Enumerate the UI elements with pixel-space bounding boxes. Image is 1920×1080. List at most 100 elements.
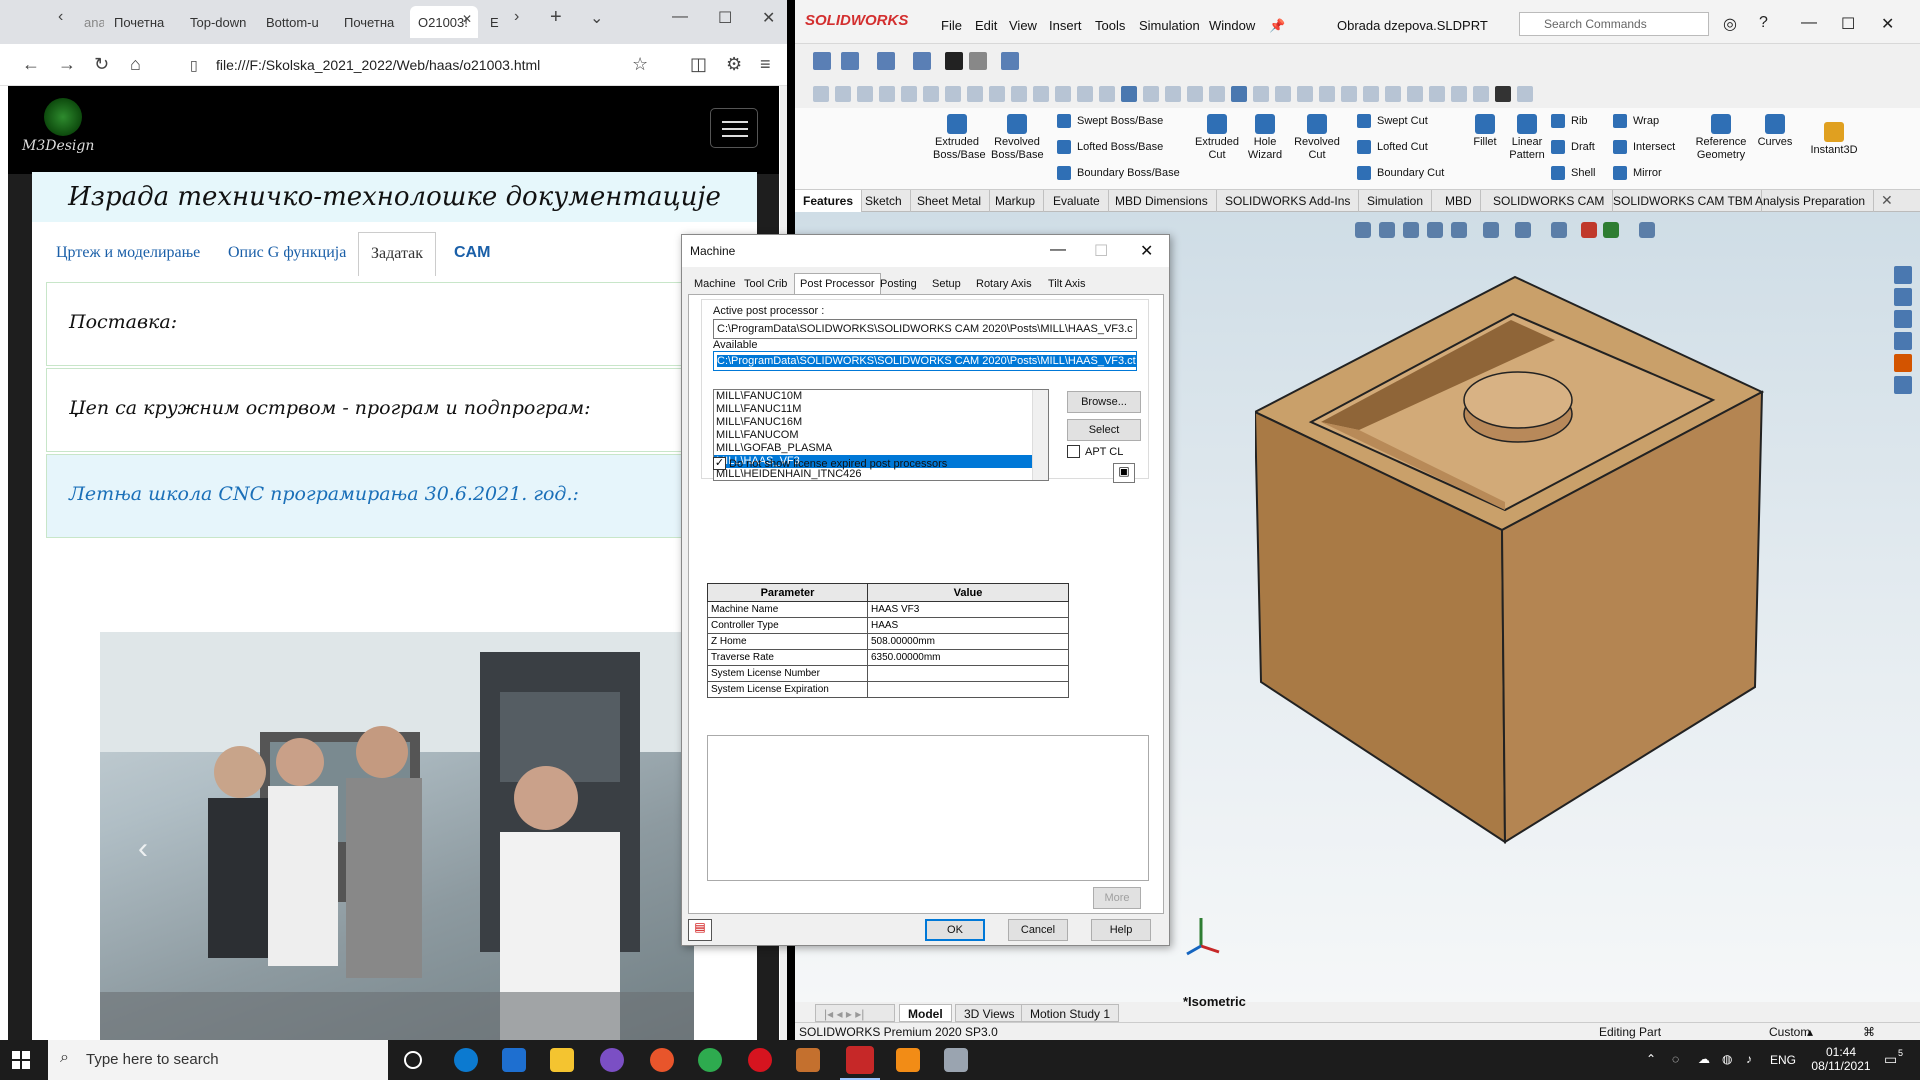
list-item[interactable]: MILL\FANUC11M [714, 403, 1048, 416]
menu-edit[interactable]: Edit [975, 18, 997, 33]
tab-post-processor[interactable]: Post Processor [794, 273, 881, 295]
hamburger-menu-button[interactable] [710, 108, 758, 148]
reference-geometry-button[interactable]: Reference Geometry [1693, 114, 1749, 162]
tab-3d-views[interactable]: 3D Views [955, 1004, 1024, 1022]
menu-file[interactable]: File [941, 18, 962, 33]
post-description-box[interactable] [707, 735, 1149, 881]
extruded-boss-button[interactable]: Extruded Boss/Base [933, 114, 986, 162]
reload-icon[interactable]: ↻ [94, 54, 109, 75]
units-dropdown-icon[interactable]: ▴ [1807, 1025, 1813, 1039]
maximize-icon[interactable]: ☐ [1094, 241, 1108, 261]
toolbar-icon[interactable] [1143, 86, 1159, 102]
minimize-icon[interactable]: — [1050, 241, 1066, 259]
menu-view[interactable]: View [1009, 18, 1037, 33]
toolbar-icon[interactable] [1099, 86, 1115, 102]
maximize-icon[interactable]: ☐ [718, 8, 732, 28]
active-post-field[interactable]: C:\ProgramData\SOLIDWORKS\SOLIDWORKS CAM… [713, 319, 1137, 339]
select-button[interactable]: Select [1067, 419, 1141, 441]
menu-simulation[interactable]: Simulation [1139, 18, 1200, 33]
tab-scroll-left-icon[interactable]: ‹ [58, 8, 63, 26]
close-icon[interactable]: ✕ [1140, 241, 1153, 261]
toolbar-icon[interactable] [813, 86, 829, 102]
accordion-setup[interactable]: Поставка: ⌄ [46, 282, 746, 366]
app-icon[interactable] [944, 1048, 968, 1072]
appearances-icon[interactable] [1894, 354, 1912, 372]
save-icon[interactable] [913, 52, 931, 70]
ok-button[interactable]: OK [925, 919, 985, 941]
machine-icon[interactable]: ▤ [688, 919, 712, 941]
close-icon[interactable]: ✕ [1881, 14, 1894, 34]
volume-icon[interactable]: ♪ [1746, 1052, 1752, 1080]
cortana-icon[interactable] [404, 1051, 422, 1069]
available-post-field[interactable]: C:\ProgramData\SOLIDWORKS\SOLIDWORKS CAM… [713, 351, 1137, 371]
swept-cut-button[interactable]: Swept Cut [1357, 114, 1428, 128]
display-style-icon[interactable] [1515, 222, 1531, 238]
tab-addins[interactable]: SOLIDWORKS Add-Ins [1217, 190, 1360, 212]
toolbar-icon[interactable] [923, 86, 939, 102]
status-units[interactable]: Custom [1769, 1025, 1810, 1039]
site-logo-icon[interactable] [44, 98, 82, 136]
user-icon[interactable]: ◎ [1723, 14, 1737, 34]
toolbar-icon[interactable] [1209, 86, 1225, 102]
tray-cloud-icon[interactable]: ☁ [1698, 1052, 1710, 1080]
instant3d-button[interactable]: Instant3D [1807, 122, 1861, 157]
shell-button[interactable]: Shell [1551, 166, 1595, 180]
accordion-pocket-program[interactable]: Џеп са кружним острвом - програм и подпр… [46, 368, 746, 452]
previous-view-icon[interactable] [1403, 222, 1419, 238]
boundary-cut-button[interactable]: Boundary Cut [1357, 166, 1444, 180]
tab-top-down[interactable]: Top-down [182, 6, 252, 38]
toolbar-icon[interactable] [989, 86, 1005, 102]
toolbar-icon[interactable] [1385, 86, 1401, 102]
menu-icon[interactable]: ≡ [760, 54, 771, 75]
rebuild-icon[interactable]: ⌘ [1863, 1025, 1875, 1039]
solidworks-logo[interactable]: SOLIDWORKS [805, 12, 908, 29]
minimize-icon[interactable]: — [1801, 14, 1817, 32]
tab-mbd-dimensions[interactable]: MBD Dimensions [1107, 190, 1217, 212]
revolved-boss-button[interactable]: Revolved Boss/Base [991, 114, 1044, 162]
back-icon[interactable]: ← [22, 54, 40, 75]
lofted-cut-button[interactable]: Lofted Cut [1357, 140, 1428, 154]
tab-motion-study[interactable]: Motion Study 1 [1021, 1004, 1120, 1022]
license-checkbox[interactable]: ✓ [713, 457, 726, 470]
design-library-icon[interactable] [1894, 288, 1912, 306]
options-gear-icon[interactable] [969, 52, 987, 70]
toolbar-icon[interactable] [1187, 86, 1203, 102]
maximize-icon[interactable]: ☐ [1841, 14, 1855, 34]
tab-solidworks-cam[interactable]: SOLIDWORKS CAM [1485, 190, 1614, 212]
tab-mbd[interactable]: MBD [1437, 190, 1481, 212]
scene-icon[interactable] [1603, 222, 1619, 238]
tab-evaluate[interactable]: Evaluate [1045, 190, 1109, 212]
zoom-area-icon[interactable] [1379, 222, 1395, 238]
pocket-icon[interactable]: ◫ [690, 54, 707, 75]
linear-pattern-button[interactable]: Linear Pattern [1505, 114, 1549, 162]
opera-icon[interactable] [748, 1048, 772, 1072]
wrap-button[interactable]: Wrap [1613, 114, 1659, 128]
toolbar-icon[interactable] [1297, 86, 1313, 102]
open-icon[interactable] [877, 52, 895, 70]
tab-partial-e[interactable]: Е [482, 6, 510, 38]
network-icon[interactable]: ◍ [1722, 1052, 1732, 1080]
toolbar-icon[interactable] [1319, 86, 1335, 102]
help-icon[interactable]: ? [1759, 14, 1768, 32]
toolbar-icon[interactable] [1033, 86, 1049, 102]
site-logo-text[interactable]: M3Design [22, 138, 94, 154]
tab-features[interactable]: Features [795, 190, 863, 212]
toolbar-icon[interactable] [1495, 86, 1511, 102]
mirror-button[interactable]: Mirror [1613, 166, 1662, 180]
toolbar-icon[interactable] [1077, 86, 1093, 102]
view-palette-icon[interactable] [1894, 332, 1912, 350]
fillet-button[interactable]: Fillet [1465, 114, 1505, 149]
solidworks-resources-icon[interactable] [1894, 266, 1912, 284]
taskbar-search-input[interactable]: ⌕ Type here to search [48, 1040, 388, 1080]
language-indicator[interactable]: ENG [1770, 1053, 1796, 1080]
solidworks-taskbar-icon[interactable] [846, 1046, 874, 1074]
menu-insert[interactable]: Insert [1049, 18, 1082, 33]
chrome-icon[interactable] [698, 1048, 722, 1072]
notifications-icon[interactable]: ▭ [1884, 1051, 1897, 1080]
list-item[interactable]: MILL\FANUC10M [714, 390, 1048, 403]
toolbar-icon[interactable] [1341, 86, 1357, 102]
file-explorer-icon[interactable] [1894, 310, 1912, 328]
mail-icon[interactable] [502, 1048, 526, 1072]
tray-overflow-icon[interactable]: ⌃ [1646, 1052, 1656, 1080]
toolbar-icon[interactable] [1429, 86, 1445, 102]
